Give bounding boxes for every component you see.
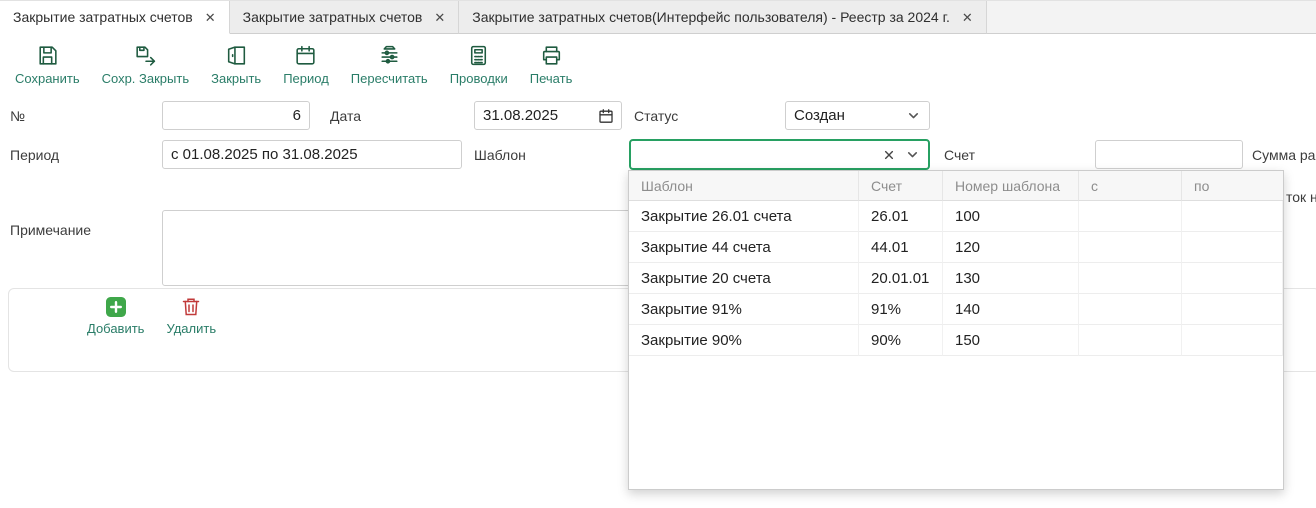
status-label: Статус bbox=[634, 108, 678, 124]
cell-account[interactable]: 20.01.01 bbox=[859, 263, 943, 294]
cell-to[interactable] bbox=[1182, 263, 1283, 294]
number-label: № bbox=[10, 108, 25, 124]
calendar-picker-icon[interactable] bbox=[598, 108, 614, 124]
tab-close-icon[interactable]: ✕ bbox=[962, 11, 973, 24]
dropdown-col-from[interactable]: с bbox=[1079, 171, 1182, 201]
dropdown-col-number[interactable]: Номер шаблона bbox=[943, 171, 1079, 201]
close-button[interactable]: Закрыть bbox=[200, 41, 272, 88]
recalculate-icon bbox=[377, 43, 402, 68]
cell-template[interactable]: Закрытие 91% bbox=[629, 294, 859, 325]
recalculate-button[interactable]: Пересчитать bbox=[340, 41, 439, 88]
main-toolbar: Сохранить Сохр. Закрыть Закрыть Период bbox=[0, 35, 587, 97]
save-close-icon bbox=[133, 43, 158, 68]
cell-from[interactable] bbox=[1079, 263, 1182, 294]
cell-from[interactable] bbox=[1079, 294, 1182, 325]
calendar-icon bbox=[293, 43, 318, 68]
chevron-down-icon[interactable] bbox=[905, 147, 920, 162]
date-label: Дата bbox=[330, 108, 361, 124]
template-dropdown-popup: Шаблон Счет Номер шаблона с по Закрытие … bbox=[628, 170, 1284, 490]
tab-registry-2024[interactable]: Закрытие затратных счетов(Интерфейс поль… bbox=[459, 1, 987, 34]
account-label: Счет bbox=[944, 147, 975, 163]
cell-number[interactable]: 140 bbox=[943, 294, 1079, 325]
period-button[interactable]: Период bbox=[272, 41, 340, 88]
tab-expense-accounts-1[interactable]: Закрытие затратных счетов ✕ bbox=[0, 1, 230, 34]
tab-label: Закрытие затратных счетов bbox=[243, 9, 423, 25]
account-input[interactable] bbox=[1095, 140, 1243, 169]
cell-number[interactable]: 130 bbox=[943, 263, 1079, 294]
cell-number[interactable]: 120 bbox=[943, 232, 1079, 263]
recalculate-button-label: Пересчитать bbox=[351, 71, 428, 86]
save-close-button-label: Сохр. Закрыть bbox=[102, 71, 190, 86]
trash-icon bbox=[180, 296, 202, 318]
cell-to[interactable] bbox=[1182, 294, 1283, 325]
template-label: Шаблон bbox=[474, 147, 526, 163]
add-row-button-label: Добавить bbox=[87, 321, 144, 336]
template-input[interactable] bbox=[639, 146, 873, 163]
cell-account[interactable]: 26.01 bbox=[859, 201, 943, 232]
period-input[interactable] bbox=[162, 140, 462, 169]
postings-button[interactable]: Проводки bbox=[439, 41, 519, 88]
tab-expense-accounts-2[interactable]: Закрытие затратных счетов ✕ bbox=[230, 1, 460, 34]
cell-from[interactable] bbox=[1079, 232, 1182, 263]
sum-label: Сумма рас bbox=[1252, 147, 1316, 163]
period-label: Период bbox=[10, 147, 59, 163]
save-close-button[interactable]: Сохр. Закрыть bbox=[91, 41, 201, 88]
cell-to[interactable] bbox=[1182, 201, 1283, 232]
dropdown-col-to[interactable]: по bbox=[1182, 171, 1283, 201]
print-button-label: Печать bbox=[530, 71, 573, 86]
cell-template[interactable]: Закрытие 20 счета bbox=[629, 263, 859, 294]
cell-template[interactable]: Закрытие 44 счета bbox=[629, 232, 859, 263]
cell-template[interactable]: Закрытие 90% bbox=[629, 325, 859, 356]
delete-row-button-label: Удалить bbox=[166, 321, 216, 336]
tab-close-icon[interactable]: ✕ bbox=[205, 11, 216, 24]
template-dropdown-grid: Шаблон Счет Номер шаблона с по Закрытие … bbox=[629, 171, 1283, 356]
cell-from[interactable] bbox=[1079, 325, 1182, 356]
save-button-label: Сохранить bbox=[15, 71, 80, 86]
postings-button-label: Проводки bbox=[450, 71, 508, 86]
dropdown-col-account[interactable]: Счет bbox=[859, 171, 943, 201]
tabbar-filler bbox=[987, 1, 1316, 34]
note-label: Примечание bbox=[10, 222, 91, 238]
template-combobox[interactable] bbox=[629, 139, 930, 170]
app-window: Закрытие затратных счетов ✕ Закрытие зат… bbox=[0, 0, 1316, 508]
note-input[interactable] bbox=[162, 210, 632, 286]
clipped-right-label: ток н bbox=[1286, 189, 1316, 205]
period-button-label: Период bbox=[283, 71, 329, 86]
status-select[interactable]: Создан bbox=[785, 101, 930, 130]
calculator-icon bbox=[466, 43, 491, 68]
cell-account[interactable]: 44.01 bbox=[859, 232, 943, 263]
cell-number[interactable]: 150 bbox=[943, 325, 1079, 356]
cell-from[interactable] bbox=[1079, 201, 1182, 232]
status-value: Создан bbox=[794, 107, 845, 124]
tab-label: Закрытие затратных счетов bbox=[13, 9, 193, 25]
tab-label: Закрытие затратных счетов(Интерфейс поль… bbox=[472, 9, 950, 25]
cell-number[interactable]: 100 bbox=[943, 201, 1079, 232]
door-close-icon bbox=[224, 43, 249, 68]
dropdown-col-template[interactable]: Шаблон bbox=[629, 171, 859, 201]
chevron-down-icon bbox=[906, 108, 921, 123]
add-row-button[interactable]: Добавить bbox=[87, 296, 144, 336]
cell-to[interactable] bbox=[1182, 325, 1283, 356]
tab-close-icon[interactable]: ✕ bbox=[434, 11, 445, 24]
cell-to[interactable] bbox=[1182, 232, 1283, 263]
date-field[interactable] bbox=[474, 101, 622, 130]
clear-icon[interactable] bbox=[882, 148, 896, 162]
close-button-label: Закрыть bbox=[211, 71, 261, 86]
tab-bar: Закрытие затратных счетов ✕ Закрытие зат… bbox=[0, 0, 1316, 34]
cell-account[interactable]: 90% bbox=[859, 325, 943, 356]
number-input[interactable] bbox=[162, 101, 310, 130]
add-icon bbox=[105, 296, 127, 318]
delete-row-button[interactable]: Удалить bbox=[166, 296, 216, 336]
save-button[interactable]: Сохранить bbox=[4, 41, 91, 88]
date-input[interactable] bbox=[483, 107, 592, 124]
cell-account[interactable]: 91% bbox=[859, 294, 943, 325]
save-icon bbox=[35, 43, 60, 68]
cell-template[interactable]: Закрытие 26.01 счета bbox=[629, 201, 859, 232]
print-button[interactable]: Печать bbox=[519, 41, 584, 88]
printer-icon bbox=[539, 43, 564, 68]
